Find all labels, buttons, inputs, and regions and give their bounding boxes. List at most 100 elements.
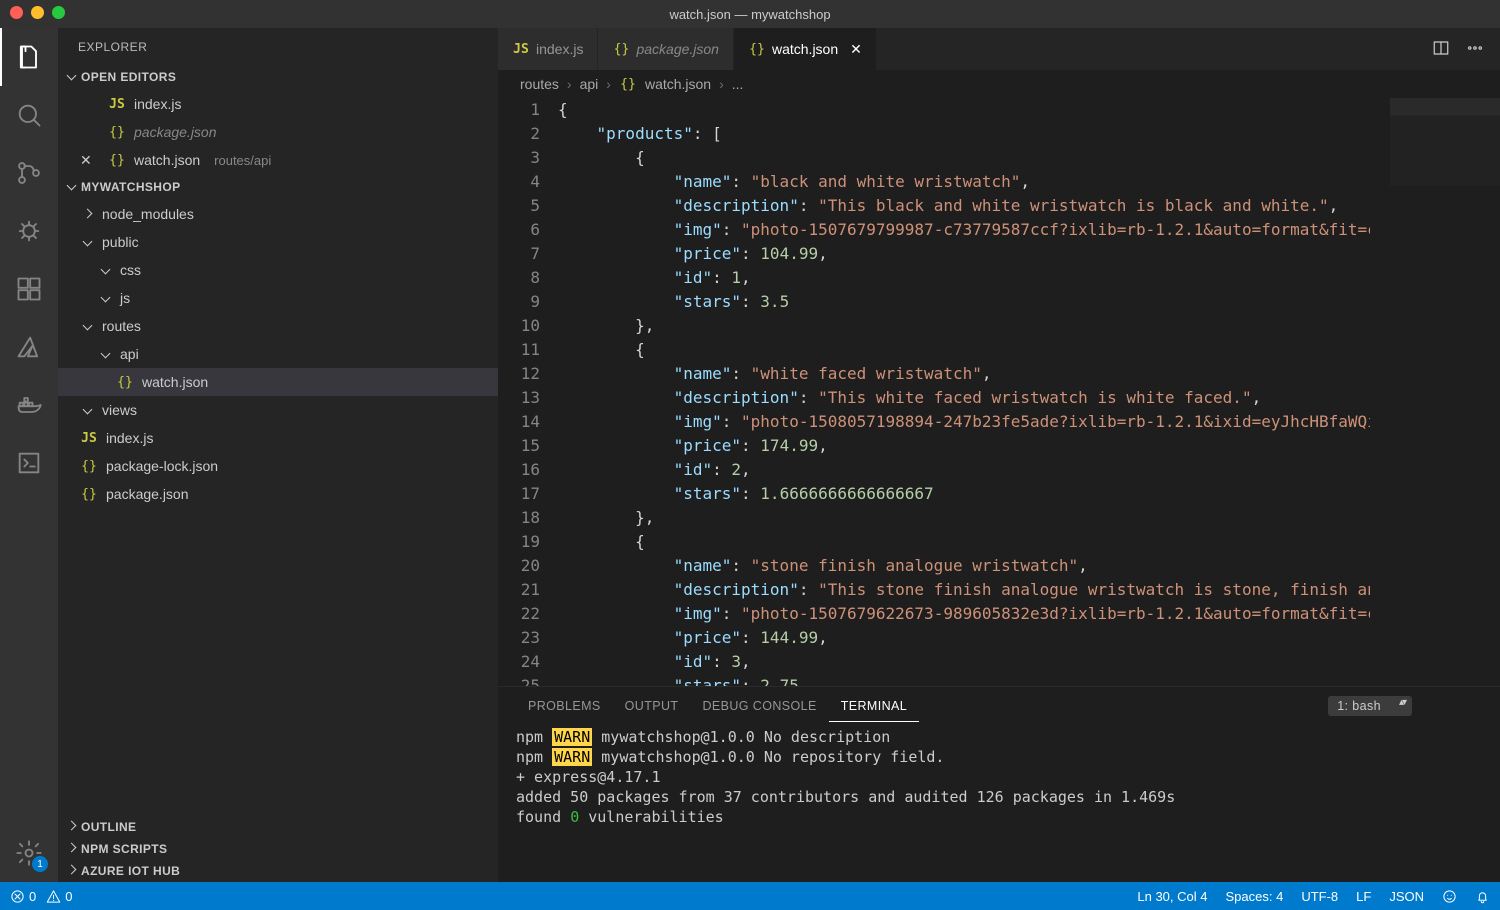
status-bar: 0 0 Ln 30, Col 4 Spaces: 4 UTF-8 LF JSON	[0, 882, 1500, 910]
folder-item[interactable]: public	[58, 228, 498, 256]
chevron-down-icon	[80, 402, 94, 418]
editor-group: JSindex.js{}package.json{}watch.json✕ ro…	[498, 28, 1500, 882]
panel-tab[interactable]: DEBUG CONSOLE	[690, 691, 828, 722]
settings-gear-icon[interactable]: 1	[0, 824, 58, 882]
terminal-output[interactable]: npm WARN mywatchshop@1.0.0 No descriptio…	[498, 725, 1500, 882]
folder-item[interactable]: api	[58, 340, 498, 368]
file-item[interactable]: JS index.js	[58, 424, 498, 452]
folder-label: routes	[102, 318, 141, 334]
folder-label: views	[102, 402, 137, 418]
tab-label: index.js	[536, 41, 583, 57]
folder-label: css	[120, 262, 141, 278]
js-file-icon: JS	[512, 42, 530, 57]
minimap[interactable]	[1370, 98, 1500, 686]
json-file-icon: {}	[619, 77, 637, 92]
folder-label: api	[120, 346, 139, 362]
window-maximize-icon[interactable]	[52, 6, 65, 19]
folder-item[interactable]: js	[58, 284, 498, 312]
split-editor-icon[interactable]	[1432, 39, 1450, 60]
status-errors[interactable]: 0	[10, 889, 36, 904]
chevron-right-icon	[68, 842, 75, 856]
status-eol[interactable]: LF	[1356, 889, 1371, 904]
open-editor-label: package.json	[134, 124, 217, 140]
status-warnings[interactable]: 0	[46, 889, 72, 904]
close-icon[interactable]: ✕	[850, 41, 862, 58]
docker-icon[interactable]	[0, 376, 58, 434]
chevron-down-icon	[68, 180, 75, 194]
panel-tab[interactable]: TERMINAL	[829, 691, 919, 722]
close-icon[interactable]: ✕	[80, 152, 96, 169]
json-file-icon: {}	[108, 125, 126, 140]
scm-icon[interactable]	[0, 144, 58, 202]
search-icon[interactable]	[0, 86, 58, 144]
js-file-icon: JS	[80, 431, 98, 446]
panel-tab[interactable]: OUTPUT	[613, 691, 691, 722]
notifications-icon[interactable]	[1475, 889, 1490, 904]
chevron-down-icon	[80, 234, 94, 250]
collapsed-section[interactable]: OUTLINE	[58, 816, 498, 838]
breadcrumb[interactable]: routes›api›{}watch.json›...	[498, 70, 1500, 98]
status-cursor[interactable]: Ln 30, Col 4	[1137, 889, 1207, 904]
file-label: package-lock.json	[106, 458, 218, 474]
folder-item[interactable]: node_modules	[58, 200, 498, 228]
file-label: index.js	[106, 430, 153, 446]
more-icon[interactable]	[1466, 39, 1484, 60]
status-encoding[interactable]: UTF-8	[1301, 889, 1338, 904]
sidebar-title: EXPLORER	[58, 28, 498, 66]
tab-label: package.json	[636, 41, 719, 57]
open-editor-item[interactable]: {} package.json	[58, 118, 498, 146]
open-editor-hint: routes/api	[214, 153, 271, 168]
status-lang[interactable]: JSON	[1389, 889, 1424, 904]
open-editor-item[interactable]: ✕{}watch.jsonroutes/api	[58, 146, 498, 174]
open-editors-header[interactable]: OPEN EDITORS	[58, 66, 498, 88]
json-file-icon: {}	[748, 42, 766, 57]
code-editor[interactable]: 1234567891011121314151617181920212223242…	[498, 98, 1500, 686]
code-content[interactable]: { "products": [ { "name": "black and whi…	[558, 98, 1370, 686]
chevron-down-icon	[68, 70, 75, 84]
collapsed-section[interactable]: AZURE IOT HUB	[58, 860, 498, 882]
open-editor-item[interactable]: JSindex.js	[58, 90, 498, 118]
folder-label: node_modules	[102, 206, 194, 222]
bottom-panel: PROBLEMSOUTPUTDEBUG CONSOLETERMINAL 1: b…	[498, 686, 1500, 882]
folder-item[interactable]: css	[58, 256, 498, 284]
macos-titlebar: watch.json — mywatchshop	[0, 0, 1500, 28]
chevron-down-icon	[98, 262, 112, 278]
folder-label: public	[102, 234, 139, 250]
explorer-sidebar: EXPLORER OPEN EDITORS JSindex.js{}packag…	[58, 28, 498, 882]
explorer-icon[interactable]	[0, 28, 58, 86]
breadcrumb-segment[interactable]: watch.json	[645, 76, 711, 92]
remote-icon[interactable]	[0, 434, 58, 492]
azure-icon[interactable]	[0, 318, 58, 376]
window-close-icon[interactable]	[10, 6, 23, 19]
breadcrumb-separator-icon: ›	[719, 76, 724, 92]
file-item[interactable]: {} package.json	[58, 480, 498, 508]
file-item[interactable]: {}watch.json	[58, 368, 498, 396]
collapsed-section[interactable]: NPM SCRIPTS	[58, 838, 498, 860]
breadcrumb-segment[interactable]: routes	[520, 76, 559, 92]
json-file-icon: {}	[80, 487, 98, 502]
window-title: watch.json — mywatchshop	[0, 7, 1500, 22]
js-file-icon: JS	[108, 97, 126, 112]
editor-tab[interactable]: JS index.js	[498, 28, 598, 70]
chevron-right-icon	[68, 864, 75, 878]
file-label: package.json	[106, 486, 189, 502]
editor-tab[interactable]: {}watch.json✕	[734, 28, 877, 70]
folder-item[interactable]: routes	[58, 312, 498, 340]
chevron-right-icon	[80, 206, 94, 222]
settings-badge: 1	[32, 856, 48, 872]
panel-tab[interactable]: PROBLEMS	[516, 691, 613, 722]
breadcrumb-separator-icon: ›	[567, 76, 572, 92]
file-item[interactable]: {}package-lock.json	[58, 452, 498, 480]
editor-tab[interactable]: {}package.json	[598, 28, 734, 70]
terminal-select[interactable]: 1: bash	[1328, 696, 1412, 716]
status-indent[interactable]: Spaces: 4	[1225, 889, 1283, 904]
feedback-icon[interactable]	[1442, 889, 1457, 904]
open-editors-list: JSindex.js {} package.json ✕{}watch.jsonrou…	[58, 88, 498, 176]
breadcrumb-segment[interactable]: api	[580, 76, 599, 92]
folder-item[interactable]: views	[58, 396, 498, 424]
debug-icon[interactable]	[0, 202, 58, 260]
workspace-header[interactable]: MYWATCHSHOP	[58, 176, 498, 198]
breadcrumb-segment[interactable]: ...	[732, 76, 744, 92]
extensions-icon[interactable]	[0, 260, 58, 318]
window-minimize-icon[interactable]	[31, 6, 44, 19]
